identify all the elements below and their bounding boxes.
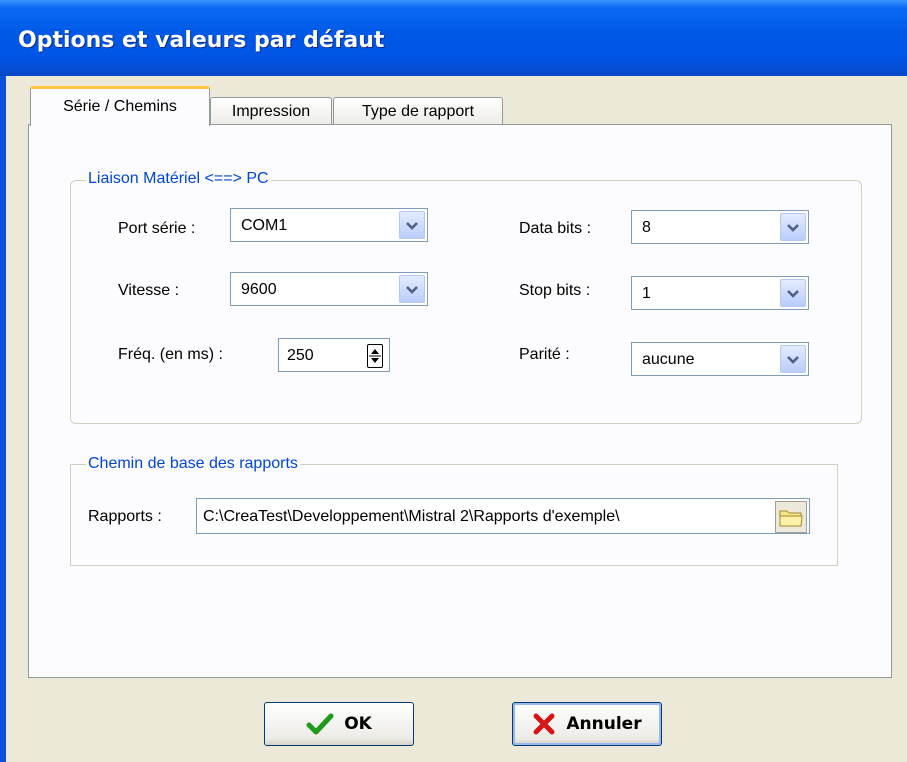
tab-serie-chemins[interactable]: Série / Chemins	[30, 86, 210, 126]
parite-value: aucune	[642, 351, 695, 368]
parite-label: Parité :	[519, 346, 570, 363]
chevron-down-icon[interactable]	[399, 211, 425, 239]
green-checkmark-icon	[306, 713, 334, 735]
stop-bits-label: Stop bits :	[519, 282, 591, 299]
parite-select[interactable]: aucune	[631, 342, 809, 376]
chevron-down-icon[interactable]	[780, 213, 806, 241]
data-bits-select[interactable]: 8	[631, 210, 809, 244]
rapports-path-value: C:\CreaTest\Developpement\Mistral 2\Rapp…	[203, 508, 620, 525]
stop-bits-select[interactable]: 1	[631, 276, 809, 310]
tab-type-de-rapport[interactable]: Type de rapport	[333, 97, 503, 125]
frequence-label: Fréq. (en ms) :	[118, 346, 223, 363]
port-serie-select[interactable]: COM1	[230, 208, 428, 242]
window-title: Options et valeurs par défaut	[18, 28, 385, 53]
chevron-down-icon[interactable]	[780, 345, 806, 373]
vitesse-label: Vitesse :	[118, 282, 180, 299]
data-bits-value: 8	[642, 219, 651, 236]
chevron-down-icon[interactable]	[780, 279, 806, 307]
port-serie-value: COM1	[241, 217, 288, 234]
ok-button[interactable]: OK	[264, 702, 414, 746]
cancel-button[interactable]: Annuler	[512, 702, 662, 746]
serial-link-group-legend: Liaison Matériel <==> PC	[86, 170, 271, 188]
spin-up-down-icon[interactable]	[367, 344, 383, 368]
vitesse-select[interactable]: 9600	[230, 272, 428, 306]
tab-label: Type de rapport	[361, 103, 475, 120]
port-serie-label: Port série :	[118, 220, 196, 237]
frequence-spinner[interactable]: 250	[278, 338, 390, 372]
vitesse-value: 9600	[241, 281, 277, 298]
folder-icon[interactable]	[775, 501, 807, 533]
title-bar[interactable]: Options et valeurs par défaut	[0, 0, 907, 76]
tab-impression[interactable]: Impression	[210, 97, 332, 125]
rapports-label: Rapports :	[88, 508, 162, 525]
red-x-icon	[533, 713, 555, 735]
frequence-value: 250	[287, 347, 314, 364]
data-bits-label: Data bits :	[519, 220, 592, 237]
stop-bits-value: 1	[642, 285, 651, 302]
ok-button-label: OK	[344, 714, 372, 734]
cancel-button-label: Annuler	[566, 714, 642, 734]
chevron-down-icon[interactable]	[399, 275, 425, 303]
tab-label: Impression	[231, 103, 311, 120]
report-path-group-legend: Chemin de base des rapports	[86, 455, 300, 473]
tab-label: Série / Chemins	[63, 98, 177, 115]
rapports-path-field[interactable]: C:\CreaTest\Developpement\Mistral 2\Rapp…	[196, 498, 810, 534]
